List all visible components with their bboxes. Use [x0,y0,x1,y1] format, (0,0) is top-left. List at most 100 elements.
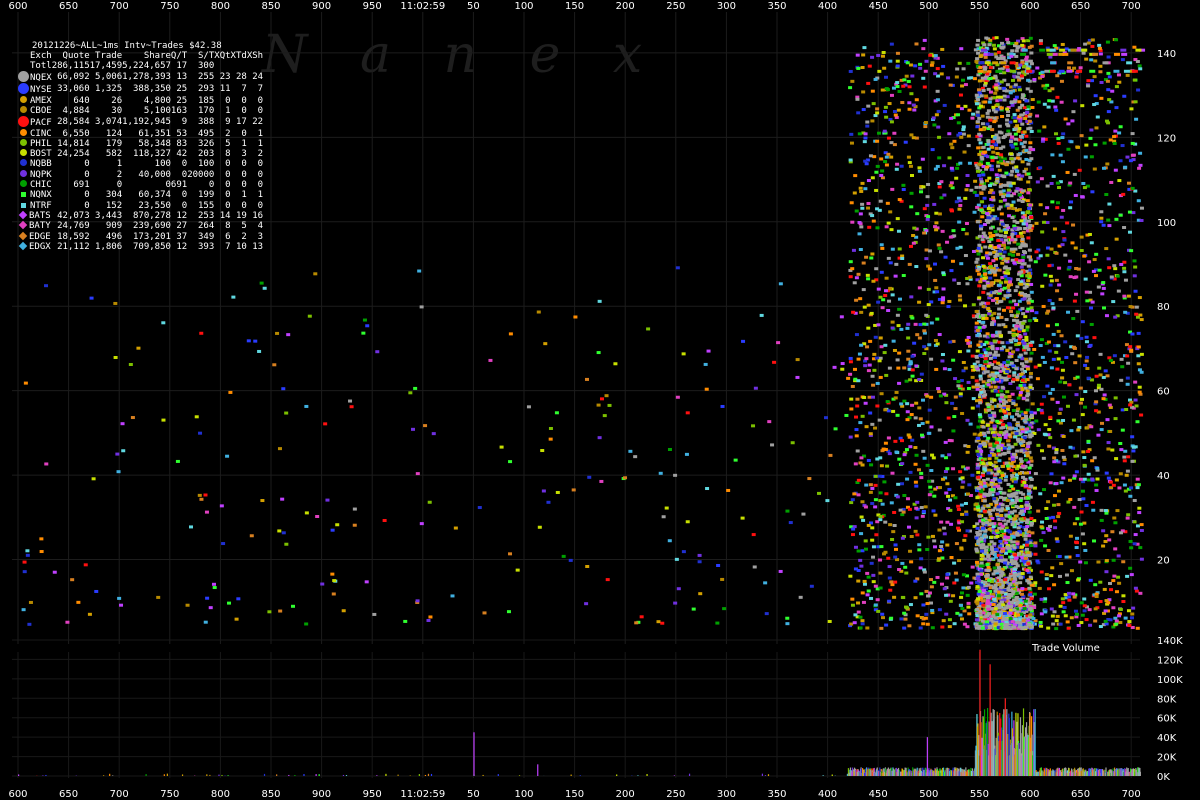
event-point [1110,89,1115,93]
event-point [848,360,853,364]
event-point [1029,521,1034,525]
event-point [1130,132,1135,136]
event-point [1080,104,1085,108]
event-point [878,295,883,299]
event-point [1104,314,1109,318]
event-point [854,209,859,213]
event-point [733,458,738,462]
event-point [1070,241,1075,245]
event-point [1035,559,1040,563]
event-point [951,429,956,433]
event-point [1112,141,1117,145]
event-point [879,392,884,396]
event-point [932,545,937,549]
event-point [925,463,930,467]
event-point [896,482,901,486]
event-point [925,602,930,606]
event-point [113,356,118,360]
event-point [976,146,981,150]
event-point [857,352,862,356]
event-point [992,453,997,457]
event-point [901,183,906,187]
event-point [945,543,950,547]
event-point [1002,286,1007,290]
event-point [944,491,949,495]
event-point [1020,430,1025,434]
event-point [1080,613,1085,617]
event-point [873,498,878,502]
event-point [963,254,968,258]
event-point [917,300,922,304]
event-point [1018,231,1023,235]
event-point [927,408,932,412]
event-point [933,278,938,282]
event-point [1084,618,1089,622]
event-point [988,90,993,94]
event-point [1045,83,1050,87]
event-point [1009,194,1014,198]
event-point [985,563,990,567]
event-point [1011,306,1016,310]
event-point [1061,230,1066,234]
x-tick-bottom: 200 [616,789,635,800]
event-point [966,341,971,345]
event-point [848,574,853,578]
y-tick: 20 [1157,556,1170,567]
event-point [914,516,919,520]
event-point [884,492,889,496]
event-point [945,520,950,524]
event-point [990,155,995,159]
event-point [997,330,1002,334]
event-point [968,422,973,426]
event-point [948,235,953,239]
event-point [1089,155,1094,159]
event-point [1020,307,1025,311]
event-point [673,601,678,605]
event-point [1067,478,1072,482]
event-point [980,238,985,242]
event-point [913,446,918,450]
event-point [977,138,982,142]
event-point [1069,616,1074,620]
event-point [1089,241,1094,245]
event-point [1103,369,1108,373]
event-point [907,107,912,111]
event-point [902,494,907,498]
event-point [922,207,927,211]
event-point [900,256,905,260]
event-point [977,284,982,288]
event-point [1010,169,1015,173]
event-point [1117,179,1122,183]
event-point [1081,450,1086,454]
event-point [878,571,883,575]
event-point [1006,405,1011,409]
event-point [1133,586,1138,590]
event-point [1102,141,1107,145]
event-point [991,259,996,263]
event-point [993,607,998,611]
event-point [943,456,948,460]
event-point [957,559,962,563]
event-point [1077,498,1082,502]
event-point [958,392,963,396]
event-point [975,57,980,61]
event-point [1035,66,1040,70]
event-point [1075,145,1080,149]
event-point [988,190,993,194]
event-point [1033,260,1038,264]
event-point [975,169,980,173]
event-point [987,312,992,316]
event-point [1099,210,1104,214]
event-point [928,53,933,57]
event-point [208,606,213,610]
event-point [874,188,879,192]
event-point [1007,252,1012,256]
event-point [926,215,931,219]
x-tick-bottom: 400 [818,789,837,800]
event-point [1113,417,1118,421]
event-point [992,291,997,295]
event-point [1025,454,1030,458]
event-point [911,241,916,245]
event-point [1080,413,1085,417]
event-point [994,36,999,40]
